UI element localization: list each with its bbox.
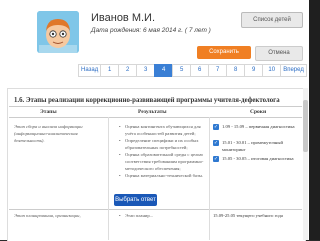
- save-button[interactable]: Сохранить: [197, 46, 251, 59]
- stage-cell: Этап планирования, организации,: [14, 213, 81, 218]
- column-divider: [209, 117, 210, 240]
- column-header-stages: Этапы: [40, 109, 57, 115]
- result-item: Оценка контингента обучающихся для учёта…: [118, 123, 206, 137]
- page-link[interactable]: 3: [136, 64, 156, 77]
- term-item: 1.09 - 15.09 – первичная диагностика: [222, 124, 295, 129]
- pagination-prev[interactable]: Назад: [78, 64, 102, 77]
- date-of-birth: Дата рождения: 6 мая 2014 г. ( 7 лет ): [91, 27, 211, 34]
- page-link[interactable]: 5: [172, 64, 192, 77]
- term-item: 15.05 - 30.05 – итоговая диагностика: [222, 156, 294, 161]
- term-item: 15.09-25.05 текущего учебного года: [213, 213, 283, 218]
- page-link[interactable]: 6: [190, 64, 210, 77]
- table-divider: [9, 117, 302, 118]
- term-item: 15.01 - 30.01 – промежуточный мониторинг: [222, 140, 283, 152]
- column-divider: [108, 117, 109, 240]
- checkbox-checked[interactable]: ✓: [213, 124, 219, 130]
- result-item: Оценка образовательной среды с целью соо…: [118, 151, 206, 172]
- checkbox-checked[interactable]: ✓: [213, 140, 219, 146]
- column-header-results: Результаты: [138, 109, 167, 115]
- avatar: [37, 11, 79, 53]
- child-avatar-icon: [37, 11, 79, 53]
- section-title: 1.6. Этапы реализации коррекционно-разви…: [14, 97, 280, 104]
- student-name: Иванов М.И.: [91, 12, 156, 24]
- cancel-button[interactable]: Отмена: [255, 46, 303, 61]
- children-list-button[interactable]: Список детей: [241, 12, 303, 28]
- table-divider: [9, 106, 302, 107]
- page-link[interactable]: 10: [262, 64, 282, 77]
- results-cell: Этап планир...: [118, 212, 206, 219]
- choose-answer-button[interactable]: Выбрать ответ: [114, 194, 157, 206]
- pagination-next[interactable]: Вперед: [280, 64, 307, 77]
- page-link[interactable]: 9: [244, 64, 264, 77]
- result-item: Этап планир...: [118, 212, 206, 219]
- column-header-terms: Сроки: [250, 109, 267, 115]
- page-link[interactable]: 8: [226, 64, 246, 77]
- result-item: Определение специфики и их особых образо…: [118, 137, 206, 151]
- result-item: Оценка материально-технической базы.: [118, 172, 206, 179]
- page-link[interactable]: 2: [118, 64, 138, 77]
- page-link[interactable]: 7: [208, 64, 228, 77]
- results-cell: Оценка контингента обучающихся для учёта…: [118, 123, 206, 179]
- scrollbar-thumb[interactable]: [303, 100, 308, 152]
- window-edge: [309, 0, 320, 240]
- table-divider: [9, 209, 302, 210]
- checkbox-checked[interactable]: ✓: [213, 156, 219, 162]
- page-link[interactable]: 1: [100, 64, 120, 77]
- page-link-active[interactable]: 4: [154, 64, 174, 77]
- pagination: Назад 1 2 3 4 5 6 7 8 9 10 Вперед: [78, 64, 307, 77]
- stage-cell: Этап сбора и анализа информации (информа…: [14, 124, 83, 143]
